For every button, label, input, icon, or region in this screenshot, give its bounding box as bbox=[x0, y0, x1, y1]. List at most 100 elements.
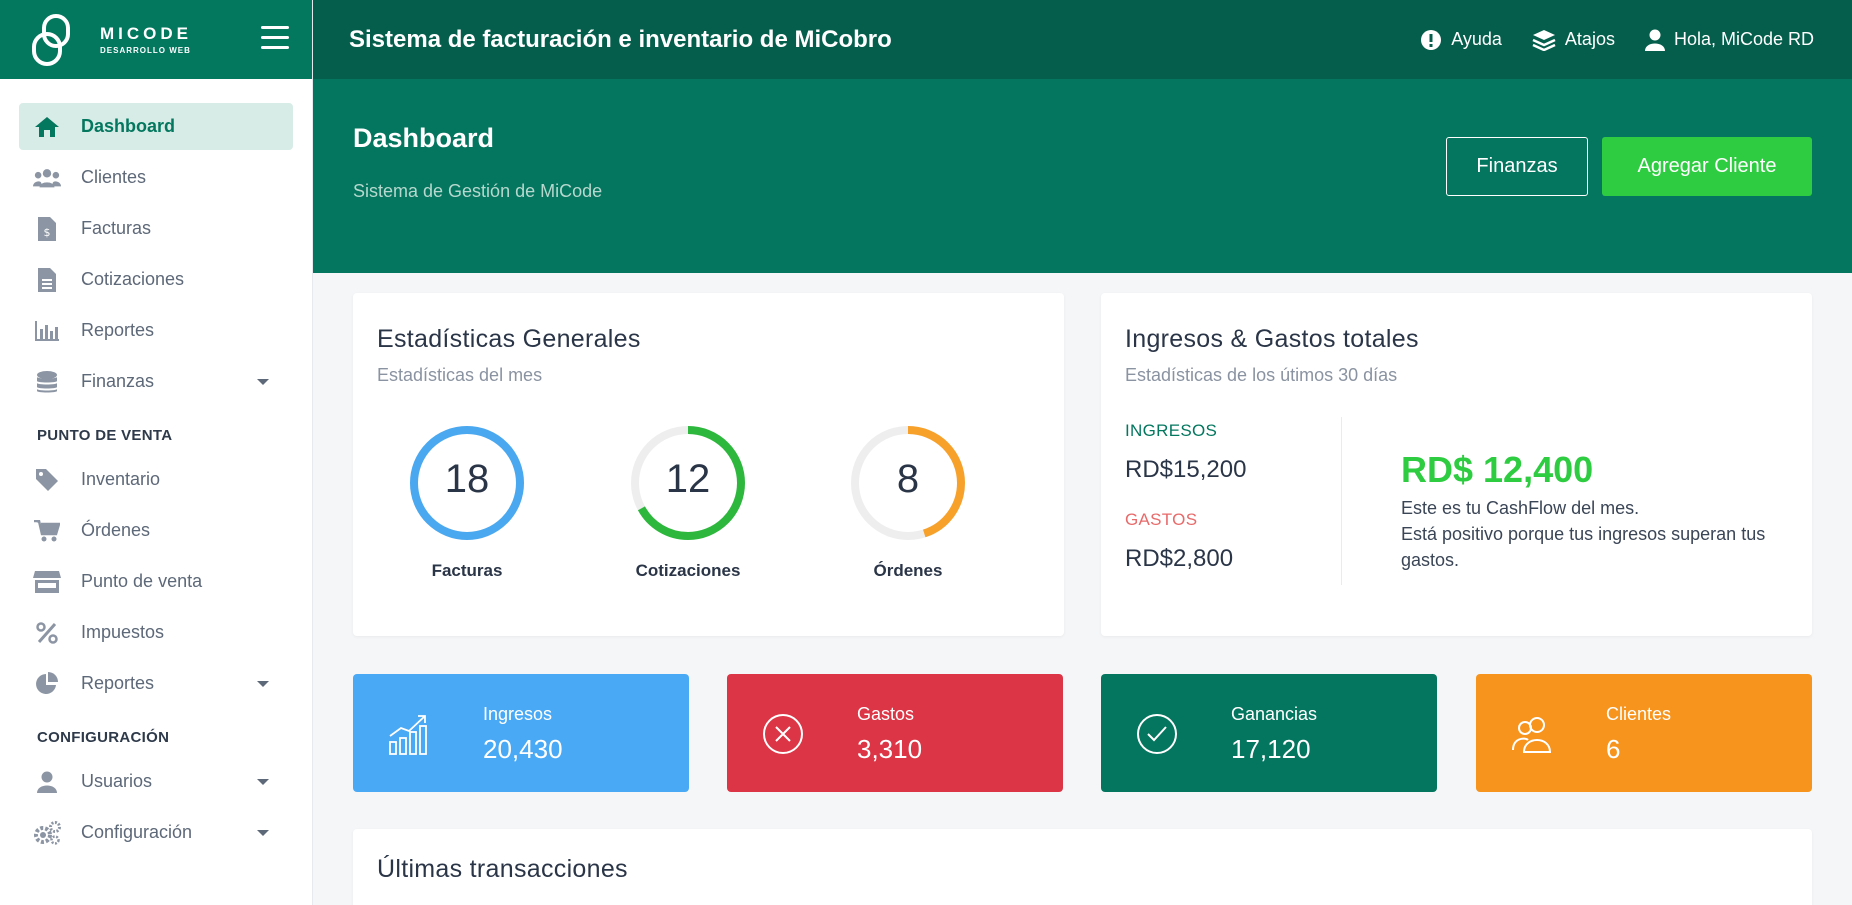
tag-icon bbox=[33, 468, 61, 492]
stat-cotizaciones[interactable]: 12 Cotizaciones bbox=[608, 423, 768, 581]
logo-text: MICODE DESARROLLO WEB bbox=[100, 24, 192, 55]
user-menu[interactable]: Hola, MiCode RD bbox=[1644, 29, 1814, 51]
user-greeting: Hola, MiCode RD bbox=[1673, 29, 1814, 49]
tile-value: 17,120 bbox=[1231, 734, 1311, 764]
sidebar-item-ordenes[interactable]: Órdenes bbox=[19, 507, 293, 554]
card-title: Últimas transacciones bbox=[377, 855, 628, 883]
sidebar-item-label: Punto de venta bbox=[81, 571, 203, 591]
sidebar-item-dashboard[interactable]: Dashboard bbox=[19, 103, 293, 150]
brand-name: MICODE bbox=[100, 24, 192, 43]
check-circle-icon bbox=[1137, 714, 1177, 754]
sidebar-item-clientes[interactable]: Clientes bbox=[19, 154, 293, 201]
tile-value: 3,310 bbox=[857, 734, 923, 764]
shortcuts-link[interactable]: Atajos bbox=[1532, 29, 1615, 51]
sidebar-item-label: Clientes bbox=[81, 167, 147, 187]
sidebar-item-finanzas[interactable]: Finanzas bbox=[19, 358, 293, 405]
sidebar-item-cotizaciones[interactable]: Cotizaciones bbox=[19, 256, 293, 303]
stat-value: 12 bbox=[665, 457, 711, 501]
logo-icon bbox=[32, 13, 70, 66]
chevron-down-icon bbox=[257, 379, 269, 385]
tile-label: Clientes bbox=[1606, 704, 1672, 724]
page-title: Dashboard bbox=[353, 123, 495, 153]
x-circle-icon bbox=[763, 714, 803, 754]
sidebar-item-inventario[interactable]: Inventario bbox=[19, 456, 293, 503]
gears-icon bbox=[33, 820, 61, 845]
tile-clientes[interactable]: Clientes 6 bbox=[1476, 674, 1812, 792]
tile-ingresos[interactable]: Ingresos 20,430 bbox=[353, 674, 689, 792]
chevron-down-icon bbox=[257, 779, 269, 785]
cashflow-text-1: Este es tu CashFlow del mes. bbox=[1401, 498, 1640, 518]
sidebar-item-label: Dashboard bbox=[81, 116, 176, 136]
card-title: Estadísticas Generales bbox=[377, 325, 641, 353]
app-title: Sistema de facturación e inventario de M… bbox=[349, 25, 892, 53]
shortcuts-label: Atajos bbox=[1564, 29, 1615, 49]
sidebar-item-label: Facturas bbox=[81, 218, 152, 238]
help-link[interactable]: Ayuda bbox=[1420, 29, 1502, 51]
people-icon bbox=[1512, 717, 1552, 753]
percent-icon bbox=[33, 621, 61, 645]
tile-gastos[interactable]: Gastos 3,310 bbox=[727, 674, 1063, 792]
general-stats-card: Estadísticas Generales Estadísticas del … bbox=[353, 293, 1064, 636]
tile-label: Gastos bbox=[857, 704, 915, 724]
add-client-button[interactable]: Agregar Cliente bbox=[1602, 137, 1812, 196]
exclamation-circle-icon bbox=[1421, 29, 1442, 50]
tile-label: Ingresos bbox=[483, 704, 553, 724]
sidebar-item-label: Inventario bbox=[81, 469, 161, 489]
sidebar-item-label: Impuestos bbox=[81, 622, 165, 642]
sidebar-item-reportes[interactable]: Reportes bbox=[19, 307, 293, 354]
sidebar-item-label: Órdenes bbox=[81, 520, 151, 540]
sidebar-section-pos: PUNTO DE VENTA bbox=[37, 427, 173, 444]
home-icon bbox=[33, 115, 61, 139]
income-value: RD$15,200 bbox=[1125, 456, 1247, 483]
stat-facturas[interactable]: 18 Facturas bbox=[387, 423, 547, 581]
sidebar-item-configuracion[interactable]: Configuración bbox=[19, 809, 293, 856]
tile-value: 20,430 bbox=[483, 734, 563, 764]
sidebar-item-reportes-pos[interactable]: Reportes bbox=[19, 660, 293, 707]
stat-label: Cotizaciones bbox=[635, 561, 741, 580]
finanzas-button[interactable]: Finanzas bbox=[1446, 137, 1588, 196]
income-label: INGRESOS bbox=[1125, 421, 1218, 440]
stat-ordenes[interactable]: 8 Órdenes bbox=[828, 423, 988, 581]
tile-ganancias[interactable]: Ganancias 17,120 bbox=[1101, 674, 1437, 792]
sidebar-item-label: Reportes bbox=[81, 673, 155, 693]
sidebar-item-usuarios[interactable]: Usuarios bbox=[19, 758, 293, 805]
tile-label: Ganancias bbox=[1231, 704, 1318, 724]
layers-icon bbox=[1532, 29, 1556, 51]
sidebar-item-punto-de-venta[interactable]: Punto de venta bbox=[19, 558, 293, 605]
sidebar-section-config: CONFIGURACIÓN bbox=[37, 729, 170, 746]
user-icon bbox=[33, 770, 61, 794]
cart-icon bbox=[33, 519, 61, 543]
hamburger-menu-icon[interactable] bbox=[261, 26, 289, 49]
sidebar-item-facturas[interactable]: $ Facturas bbox=[19, 205, 293, 252]
cashflow-description: Este es tu CashFlow del mes. Está positi… bbox=[1401, 495, 1801, 573]
growth-chart-icon bbox=[389, 715, 427, 755]
svg-text:$: $ bbox=[44, 226, 51, 239]
file-icon bbox=[33, 267, 61, 292]
sidebar-nav: Dashboard Clientes $ Facturas Cotizacion… bbox=[0, 79, 312, 856]
page-subtitle: Sistema de Gestión de MiCode bbox=[353, 181, 603, 201]
help-label: Ayuda bbox=[1451, 29, 1502, 49]
stat-label: Facturas bbox=[431, 561, 503, 580]
card-subtitle: Estadísticas de los útimos 30 días bbox=[1125, 365, 1398, 385]
chevron-down-icon bbox=[257, 830, 269, 836]
cashflow-value: RD$ 12,400 bbox=[1401, 449, 1594, 490]
sidebar-item-label: Cotizaciones bbox=[81, 269, 185, 289]
income-expenses-card: Ingresos & Gastos totales Estadísticas d… bbox=[1101, 293, 1812, 636]
sidebar-item-impuestos[interactable]: Impuestos bbox=[19, 609, 293, 656]
card-title: Ingresos & Gastos totales bbox=[1125, 325, 1419, 353]
topbar: Sistema de facturación e inventario de M… bbox=[313, 0, 1852, 79]
stat-value: 8 bbox=[896, 457, 920, 501]
sidebar-item-label: Configuración bbox=[81, 822, 193, 842]
brand-tagline: DESARROLLO WEB bbox=[100, 46, 191, 55]
user-icon bbox=[1644, 29, 1665, 51]
store-icon bbox=[33, 570, 61, 594]
chevron-down-icon bbox=[257, 681, 269, 687]
sidebar-item-label: Usuarios bbox=[81, 771, 153, 791]
coins-icon bbox=[33, 370, 61, 394]
sidebar-item-label: Finanzas bbox=[81, 371, 155, 391]
top-actions: Ayuda Atajos Hola, MiCode RD bbox=[1390, 0, 1814, 79]
sidebar: MICODE DESARROLLO WEB Dashboard Clientes… bbox=[0, 0, 313, 905]
users-icon bbox=[33, 166, 61, 190]
bar-chart-icon bbox=[33, 319, 61, 343]
tile-value: 6 bbox=[1606, 734, 1621, 764]
